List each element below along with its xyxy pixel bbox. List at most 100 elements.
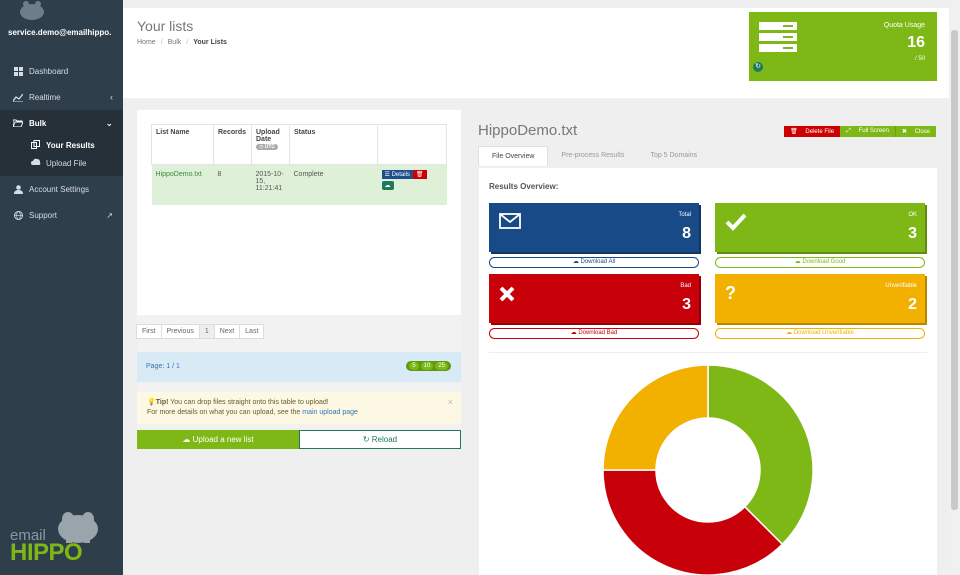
tab-file-overview[interactable]: File Overview <box>478 146 549 166</box>
page-size-selector: 5 10 25 <box>406 361 451 371</box>
bad-label: Bad <box>680 283 691 289</box>
sidebar: service.demo@emailhippo. Dashboard Realt… <box>0 0 123 575</box>
utc-badge-text: UTC <box>264 144 276 150</box>
column-header-list-name[interactable]: List Name <box>151 124 214 165</box>
page-size-25[interactable]: 25 <box>435 362 448 370</box>
close-button[interactable]: ✖ Close <box>894 126 936 137</box>
delete-file-button[interactable]: 🗑 Delete File <box>784 126 841 137</box>
tab-pre-process-results[interactable]: Pre-process Results <box>548 146 637 166</box>
breadcrumb-current: Your Lists <box>193 39 227 46</box>
page-scrollbar[interactable] <box>949 0 960 575</box>
sidebar-item-label: Bulk <box>29 118 47 128</box>
trash-icon: 🗑 <box>415 172 424 178</box>
sidebar-item-support[interactable]: Support ↗ <box>0 202 123 228</box>
delete-list-button[interactable]: 🗑 <box>412 170 427 179</box>
column-header-records[interactable]: Records <box>213 124 252 165</box>
times-icon <box>499 286 515 302</box>
upload-label: Upload a new list <box>192 435 254 444</box>
refresh-icon: ↻ <box>362 435 370 444</box>
sidebar-subitem-your-results[interactable]: Your Results <box>0 136 123 154</box>
pager-first[interactable]: First <box>136 324 162 339</box>
bad-value: 3 <box>682 296 691 313</box>
hippo-mascot-icon <box>20 1 44 20</box>
details-label: Details <box>391 172 410 178</box>
dashboard-icon <box>13 66 23 76</box>
user-email[interactable]: service.demo@emailhippo. <box>8 28 120 37</box>
file-tabs: File Overview Pre-process Results Top 5 … <box>478 146 710 166</box>
quota-value: 16 <box>907 34 925 51</box>
cell-list-name[interactable]: HippoDemo.txt <box>151 164 214 205</box>
sidebar-item-bulk[interactable]: Bulk ⌄ <box>0 110 123 136</box>
sidebar-subitem-label: Your Results <box>46 140 95 150</box>
results-overview-heading: Results Overview: <box>489 182 559 191</box>
divider <box>489 352 927 353</box>
breadcrumb-home[interactable]: Home <box>137 39 156 46</box>
page-size-5[interactable]: 5 <box>409 362 419 370</box>
list-icon: ☰ <box>384 172 390 178</box>
page-title: Your lists <box>137 18 194 34</box>
pager-next[interactable]: Next <box>213 324 241 339</box>
column-header-actions <box>377 124 447 165</box>
pager-previous[interactable]: Previous <box>160 324 200 339</box>
close-icon: ✖ <box>901 129 907 135</box>
tab-top-5-domains[interactable]: Top 5 Domains <box>637 146 710 166</box>
refresh-quota-icon[interactable]: ↻ <box>753 62 763 72</box>
sidebar-subitem-label: Upload File <box>46 158 87 168</box>
cell-records: 8 <box>213 164 252 205</box>
upload-new-list-button[interactable]: ☁ Upload a new list <box>137 430 299 449</box>
full-screen-button[interactable]: ⤢ Full Screen <box>840 126 895 137</box>
tip-text-2: For more details on what you can upload,… <box>147 409 303 416</box>
pager-page-1[interactable]: 1 <box>198 324 215 339</box>
donut-slice-unverifiable[interactable] <box>602 364 709 471</box>
scrollbar-thumb[interactable] <box>951 30 958 510</box>
column-header-upload-date[interactable]: Upload Date ◷ UTC <box>251 124 290 165</box>
sidebar-subitem-upload-file[interactable]: Upload File <box>0 154 123 176</box>
trash-icon: 🗑 <box>790 129 798 135</box>
download-good-button[interactable]: ☁ Download Good <box>715 257 925 268</box>
table-row[interactable]: HippoDemo.txt 8 2015-10-15, 11:21:41 Com… <box>151 164 447 205</box>
donut-slice-bad[interactable] <box>602 469 784 575</box>
cell-upload-date: 2015-10-15, 11:21:41 <box>251 164 290 205</box>
chevron-left-icon: ‹ <box>110 92 113 102</box>
sidebar-item-label: Dashboard <box>29 66 69 76</box>
cell-status: Complete <box>289 164 378 205</box>
page-header: Your lists Home / Bulk / Your Lists ↻ Quota … <box>123 8 949 98</box>
envelope-icon <box>499 213 521 229</box>
copy-icon <box>31 139 41 151</box>
page-size-10[interactable]: 10 <box>420 362 434 370</box>
cloud-download-icon: ☁ <box>786 330 793 336</box>
quota-usage-box: ↻ Quota Usage 16 / 50 <box>749 12 937 81</box>
details-button[interactable]: ☰ Details <box>381 170 413 179</box>
globe-icon <box>13 210 23 220</box>
emailhippo-logo[interactable]: email HIPPO <box>8 505 108 567</box>
column-header-status[interactable]: Status <box>289 124 378 165</box>
breadcrumb-bulk[interactable]: Bulk <box>168 39 182 46</box>
reload-label: Reload <box>371 435 398 444</box>
main-upload-page-link[interactable]: main upload page <box>302 409 358 416</box>
sidebar-item-realtime[interactable]: Realtime ‹ <box>0 84 123 110</box>
unverifiable-value: 2 <box>908 296 917 313</box>
download-good-label: Download Good <box>802 259 846 265</box>
breadcrumb: Home / Bulk / Your Lists <box>137 39 227 46</box>
download-unverifiable-button[interactable]: ☁ Download Unverifiable <box>715 328 925 339</box>
cloud-upload-icon: ☁ <box>182 435 191 444</box>
pager-last[interactable]: Last <box>239 324 265 339</box>
download-bad-button[interactable]: ☁ Download Bad <box>489 328 699 339</box>
file-overview-panel: Results Overview: Total 8 OK 3 Bad 3 ? U… <box>479 168 937 575</box>
sidebar-item-account-settings[interactable]: Account Settings <box>0 176 123 202</box>
sidebar-item-label: Account Settings <box>29 184 90 194</box>
lightbulb-icon: 💡 <box>147 399 156 406</box>
download-list-button[interactable]: ☁ <box>381 181 394 190</box>
page-info-text: Page: 1 / 1 <box>146 363 180 370</box>
sidebar-item-dashboard[interactable]: Dashboard <box>0 58 123 84</box>
close-tip-icon[interactable]: × <box>448 397 453 407</box>
delete-file-label: Delete File <box>805 129 835 135</box>
sidebar-header: service.demo@emailhippo. <box>0 0 123 58</box>
ok-label: OK <box>908 212 917 218</box>
table-header-row: List Name Records Upload Date ◷ UTC Stat… <box>151 124 447 165</box>
file-actions: 🗑 Delete File ⤢ Full Screen ✖ Close <box>784 126 936 137</box>
unverifiable-card: ? Unverifiable 2 <box>715 274 925 323</box>
reload-button[interactable]: ↻ Reload <box>299 430 461 449</box>
download-all-button[interactable]: ☁ Download All <box>489 257 699 268</box>
donut-slice-ok[interactable] <box>707 364 814 546</box>
